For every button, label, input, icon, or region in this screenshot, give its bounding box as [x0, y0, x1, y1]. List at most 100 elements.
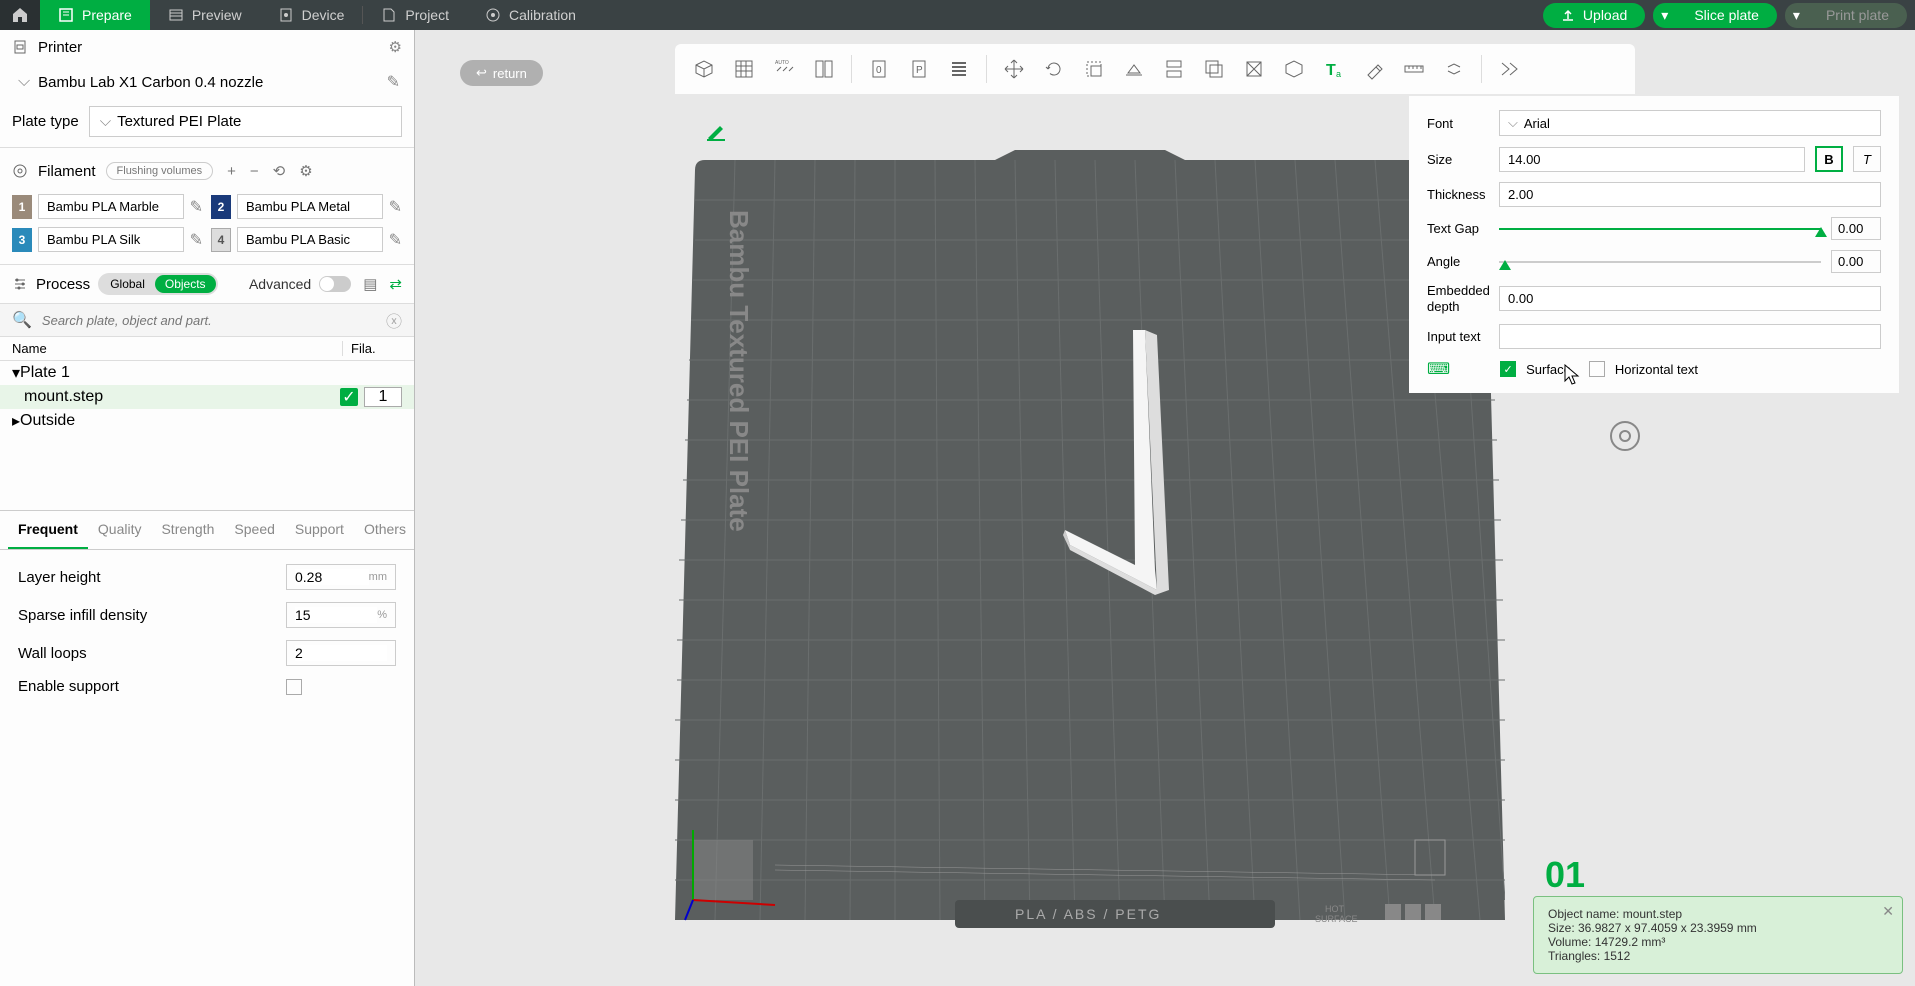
printer-settings-icon[interactable]: ⚙	[389, 38, 402, 56]
tool-mesh-boolean-icon[interactable]	[1197, 51, 1231, 87]
advanced-toggle[interactable]	[319, 276, 351, 292]
tool-arrange-icon[interactable]: AUTO	[767, 51, 801, 87]
filament-settings-icon[interactable]: ⚙	[299, 162, 312, 180]
edit-filament-3-icon[interactable]: ✎	[190, 230, 203, 250]
angle-slider[interactable]	[1499, 261, 1821, 263]
tool-flatten-icon[interactable]	[1117, 51, 1151, 87]
italic-button[interactable]: T	[1853, 146, 1881, 172]
filament-assign[interactable]: 1	[364, 387, 402, 407]
size-input[interactable]	[1499, 147, 1805, 172]
tool-variable-height-icon[interactable]	[1492, 51, 1526, 87]
tool-layers-icon[interactable]	[942, 51, 976, 87]
filament-dropdown-4[interactable]: Bambu PLA Basic	[237, 227, 383, 252]
tab-project[interactable]: Project	[363, 0, 467, 30]
tool-text-icon[interactable]: Ta	[1317, 51, 1351, 87]
tree-item-mount[interactable]: mount.step ✓ 1	[0, 385, 414, 409]
tool-cut-icon[interactable]	[1157, 51, 1191, 87]
filament-dropdown-1[interactable]: Bambu PLA Marble	[38, 194, 184, 219]
view-gizmo-icon[interactable]	[1605, 420, 1655, 460]
process-compare-icon[interactable]: ⇄	[389, 275, 402, 293]
tab-quality[interactable]: Quality	[88, 511, 152, 549]
setting-infill: Sparse infill density %	[0, 596, 414, 634]
horizontal-checkbox[interactable]	[1589, 361, 1605, 377]
tab-objects[interactable]: Objects	[155, 275, 216, 293]
tool-add-plate-icon[interactable]	[727, 51, 761, 87]
wall-input[interactable]	[286, 640, 396, 666]
print-chevron[interactable]: ▾	[1785, 3, 1808, 28]
tool-assembly-icon[interactable]	[1437, 51, 1471, 87]
tab-device[interactable]: Device	[260, 0, 363, 30]
printer-name-input[interactable]	[38, 74, 378, 91]
tab-others[interactable]: Others	[354, 511, 416, 549]
plate-type-dropdown[interactable]: ⌵ Textured PEI Plate	[89, 106, 402, 137]
tab-strength[interactable]: Strength	[151, 511, 224, 549]
filament-color-4[interactable]: 4	[211, 228, 231, 252]
process-list-icon[interactable]: ▤	[363, 275, 377, 293]
expand-icon[interactable]: ▸	[12, 411, 20, 431]
thickness-input[interactable]	[1499, 182, 1881, 207]
filament-color-1[interactable]: 1	[12, 195, 32, 219]
close-info-icon[interactable]: ✕	[1882, 903, 1894, 920]
tool-color-paint-icon[interactable]	[1357, 51, 1391, 87]
search-input[interactable]	[38, 309, 380, 332]
tool-rotate-icon[interactable]	[1037, 51, 1071, 87]
surface-checkbox[interactable]: ✓	[1500, 361, 1516, 377]
build-plate-3d[interactable]: Bambu Textured PEI Plate PLA / ABS / PET…	[675, 150, 1505, 970]
slice-chevron[interactable]: ▾	[1653, 3, 1676, 28]
tab-global[interactable]: Global	[100, 275, 155, 293]
chevron-down-icon[interactable]: ⌵	[18, 73, 30, 91]
return-button[interactable]: ↩ return	[460, 60, 543, 86]
filament-color-3[interactable]: 3	[12, 228, 32, 252]
tab-speed[interactable]: Speed	[224, 511, 284, 549]
expand-icon[interactable]: ▾	[12, 363, 20, 383]
flushing-volumes-button[interactable]: Flushing volumes	[106, 162, 214, 180]
tree-plate-1[interactable]: ▾ Plate 1	[0, 361, 414, 385]
tab-calibration[interactable]: Calibration	[467, 0, 594, 30]
tool-move-icon[interactable]	[997, 51, 1031, 87]
edit-filament-1-icon[interactable]: ✎	[190, 197, 203, 217]
tool-support-paint-icon[interactable]	[1237, 51, 1271, 87]
global-objects-toggle[interactable]: Global Objects	[98, 273, 217, 295]
gap-slider[interactable]	[1499, 228, 1821, 230]
edit-filament-4-icon[interactable]: ✎	[389, 230, 402, 250]
tree-outside[interactable]: ▸ Outside	[0, 409, 414, 433]
filament-color-2[interactable]: 2	[211, 195, 231, 219]
tool-height-range-icon[interactable]: 0	[862, 51, 896, 87]
keyboard-icon[interactable]: ⌨	[1427, 359, 1450, 379]
depth-input[interactable]	[1499, 286, 1881, 311]
add-filament-icon[interactable]: +	[227, 163, 236, 180]
slice-button[interactable]: Slice plate	[1676, 3, 1777, 28]
font-dropdown[interactable]: ⌵ Arial	[1499, 110, 1881, 136]
tool-copy-icon[interactable]: P	[902, 51, 936, 87]
gap-value[interactable]: 0.00	[1831, 217, 1881, 240]
viewport-3d[interactable]: ↩ return AUTO 0 P Ta	[415, 30, 1915, 986]
text-input[interactable]	[1499, 324, 1881, 349]
tool-split-icon[interactable]	[807, 51, 841, 87]
home-button[interactable]	[0, 0, 40, 30]
angle-value[interactable]: 0.00	[1831, 250, 1881, 273]
tab-frequent[interactable]: Frequent	[8, 511, 88, 549]
filament-dropdown-2[interactable]: Bambu PLA Metal	[237, 194, 383, 219]
viewport-toolbar: AUTO 0 P Ta	[675, 44, 1635, 94]
clear-search-icon[interactable]: ⓧ	[386, 308, 402, 332]
tool-scale-icon[interactable]	[1077, 51, 1111, 87]
edit-filament-2-icon[interactable]: ✎	[389, 197, 402, 217]
upload-button[interactable]: Upload	[1543, 3, 1645, 28]
tab-preview[interactable]: Preview	[150, 0, 260, 30]
infill-input[interactable]: %	[286, 602, 396, 628]
layer-height-input[interactable]: mm	[286, 564, 396, 590]
filament-dropdown-3[interactable]: Bambu PLA Silk	[38, 227, 184, 252]
tab-support[interactable]: Support	[285, 511, 354, 549]
tab-calibration-label: Calibration	[509, 7, 576, 23]
tool-measure-icon[interactable]	[1397, 51, 1431, 87]
support-checkbox[interactable]	[286, 679, 302, 695]
remove-filament-icon[interactable]: −	[250, 163, 259, 180]
sync-filament-icon[interactable]: ⟲	[273, 162, 286, 180]
tab-prepare[interactable]: Prepare	[40, 0, 150, 30]
tab-project-label: Project	[405, 7, 449, 23]
tool-seam-paint-icon[interactable]	[1277, 51, 1311, 87]
visibility-check-icon[interactable]: ✓	[340, 388, 358, 406]
bold-button[interactable]: B	[1815, 146, 1843, 172]
tool-add-cube-icon[interactable]	[687, 51, 721, 87]
edit-printer-icon[interactable]: ✎	[387, 72, 400, 92]
